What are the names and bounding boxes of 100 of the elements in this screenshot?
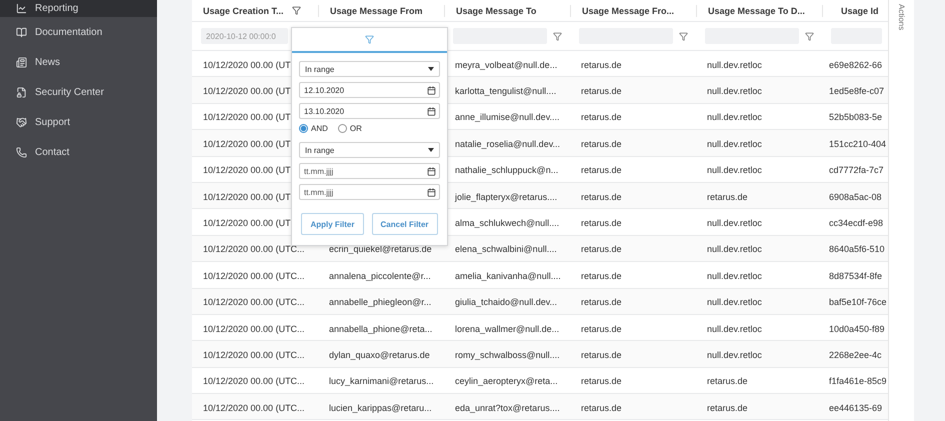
sidebar-item[interactable]: Contact: [0, 137, 157, 167]
table-cell-text: 1ed5e8fe-c07: [828, 86, 884, 96]
table-cell-text: annabelle_phiegleon@r...: [328, 297, 432, 308]
table-cell-text: 10/12/2020 00.00 (UT: [202, 138, 291, 149]
table-cell-text: retarus.de: [580, 138, 622, 149]
table-cell-text: retarus.de: [580, 218, 622, 228]
table-cell-text: 10/12/2020 00.00 (UT: [202, 112, 291, 122]
table-cell-text: null.dev.retloc: [706, 297, 762, 308]
column-header[interactable]: Usage Id: [834, 6, 879, 16]
calendar-icon[interactable]: [427, 166, 436, 176]
table-cell-text: retarus.de: [580, 324, 622, 334]
table-cell-text: 151cc210-404: [828, 138, 886, 149]
filter-icon[interactable]: [805, 32, 814, 40]
filter-icon[interactable]: [553, 32, 562, 40]
table-cell-text: 10/12/2020 00.00 (UTC...: [202, 402, 305, 413]
table-cell-text: retarus.de: [580, 270, 622, 281]
sidebar-item[interactable]: Support: [0, 107, 157, 137]
table-cell-text: null.dev.retloc: [706, 218, 762, 228]
calendar-icon[interactable]: [427, 86, 436, 94]
radio-option[interactable]: OR: [338, 124, 362, 132]
date-field[interactable]: 12.10.2020: [299, 82, 440, 98]
actions-label: Actions: [897, 4, 906, 30]
sidebar-item[interactable]: News: [0, 47, 157, 77]
table-cell-text: null.dev.retloc: [706, 60, 762, 70]
table-cell-text: ecrin_quiekel@retarus.de: [328, 244, 432, 254]
table-cell-text: retarus.de: [580, 86, 622, 96]
table-cell-text: lucien_karippas@retaru...: [328, 402, 432, 413]
line-chart-icon: [16, 3, 27, 14]
table-cell-text: ee446135-69: [828, 402, 882, 413]
table-cell-text: null.dev.retloc: [706, 350, 762, 360]
table-cell-text: e69e8262-66: [828, 60, 882, 70]
filter-icon[interactable]: [679, 32, 688, 40]
table-cell-text: karlotta_tengulist@null....: [454, 86, 556, 96]
table-cell-text: null.dev.retloc: [706, 270, 762, 281]
filter-icon[interactable]: [292, 6, 301, 15]
operator-select[interactable]: In range: [299, 61, 440, 77]
table-cell-text: 8d87534f-8fe: [828, 270, 882, 281]
calendar-icon[interactable]: [427, 106, 436, 116]
table-cell-text: retarus.de: [580, 297, 622, 308]
table-cell-text: 10/12/2020 00.00 (UTC...: [202, 270, 305, 281]
table-cell-text: retarus.de: [580, 192, 622, 202]
table-cell-text: null.dev.retloc: [706, 324, 762, 334]
table-cell-text: 10/12/2020 00.00 (UT: [202, 60, 291, 70]
table-cell-text: giulia_tchaido@null.dev...: [454, 297, 558, 308]
table-cell-text: 10d0a450-f89: [828, 324, 885, 334]
table-cell-text: anne_illumise@null.dev....: [454, 112, 560, 122]
radio-option[interactable]: AND: [299, 124, 328, 132]
table-cell-text: 10/12/2020 00.00 (UT: [202, 218, 291, 228]
column-header[interactable]: Usage Message To: [456, 6, 536, 16]
sidebar-item[interactable]: Documentation: [0, 17, 157, 47]
table-cell-text: 6908a5ac-08: [828, 192, 882, 202]
table-cell-text: retarus.de: [580, 165, 622, 176]
table-cell-text: retarus.de: [580, 350, 622, 360]
table-cell-text: 10/12/2020 00.00 (UTC...: [202, 350, 305, 360]
table-cell-text: annalena_piccolente@r...: [328, 270, 431, 281]
book-icon: [16, 26, 27, 38]
table-cell-text: eda_unrat?tox@retarus....: [454, 402, 560, 413]
table-cell-text: cc34ecdf-e98: [828, 218, 884, 228]
table-cell-text: natalie_roselia@null.dev...: [454, 138, 560, 149]
table-cell-text: 52b5b083-5e: [828, 112, 882, 122]
table-cell-text: 2268e2ee-4c: [828, 350, 882, 360]
table-cell-text: 10/12/2020 00.00 (UT: [202, 165, 291, 176]
table-cell-text: 10/12/2020 00.00 (UTC...: [202, 324, 305, 334]
caret-icon: [428, 67, 434, 71]
table-cell-text: retarus.de: [580, 402, 622, 413]
table-cell-text: alma_schlukwech@null....: [454, 218, 560, 228]
table-cell-text: annabella_phione@reta...: [328, 324, 432, 334]
table-cell-text: 10/12/2020 00.00 (UT: [202, 86, 291, 96]
table-cell-text: romy_schwalboss@null....: [454, 350, 560, 360]
table-cell-text: null.dev.retloc: [706, 112, 762, 122]
newspaper-icon: [16, 56, 27, 68]
table-cell-text: ceylin_aeropteryx@reta...: [454, 376, 558, 386]
date-field[interactable]: 13.10.2020: [299, 103, 440, 119]
column-header[interactable]: Usage Message From: [330, 6, 423, 16]
sidebar-item[interactable]: Reporting: [0, 0, 157, 17]
table-cell-text: 10/12/2020 00.00 (UTC...: [202, 376, 305, 386]
sidebar-item[interactable]: Security Center: [0, 77, 157, 107]
column-header[interactable]: Usage Message To D...: [708, 6, 805, 16]
table-cell-text: dylan_quaxo@retarus.de: [328, 350, 430, 360]
table-cell-text: lucy_karnimani@retarus...: [328, 376, 434, 386]
table-cell-text: retarus.de: [580, 244, 622, 254]
table-cell-text: retarus.de: [580, 112, 622, 122]
column-header[interactable]: Usage Creation T...: [203, 6, 284, 16]
date-field[interactable]: tt.mm.jjjj: [299, 163, 440, 179]
phone-icon: [16, 146, 27, 158]
table-cell-text: 8640a5f6-510: [828, 244, 885, 254]
date-field[interactable]: tt.mm.jjjj: [299, 184, 440, 200]
table-cell-text: baf5e10f-76ce: [828, 297, 887, 308]
table-cell-text: amelia_kanivanha@null....: [454, 270, 561, 281]
table-cell-text: null.dev.retloc: [706, 138, 762, 149]
table-cell-text: retarus.de: [580, 376, 622, 386]
table-cell-text: null.dev.retloc: [706, 244, 762, 254]
table-cell-text: f1fa461e-85c9: [828, 376, 887, 386]
operator-select[interactable]: In range: [299, 142, 440, 158]
table-cell-text: cd7772fa-7c7: [828, 165, 884, 176]
calendar-icon[interactable]: [427, 188, 436, 196]
handshake-icon: [16, 116, 27, 128]
document-lock-icon: [16, 86, 27, 98]
column-header[interactable]: Usage Message Fro...: [582, 6, 674, 16]
caret-icon: [428, 148, 434, 152]
